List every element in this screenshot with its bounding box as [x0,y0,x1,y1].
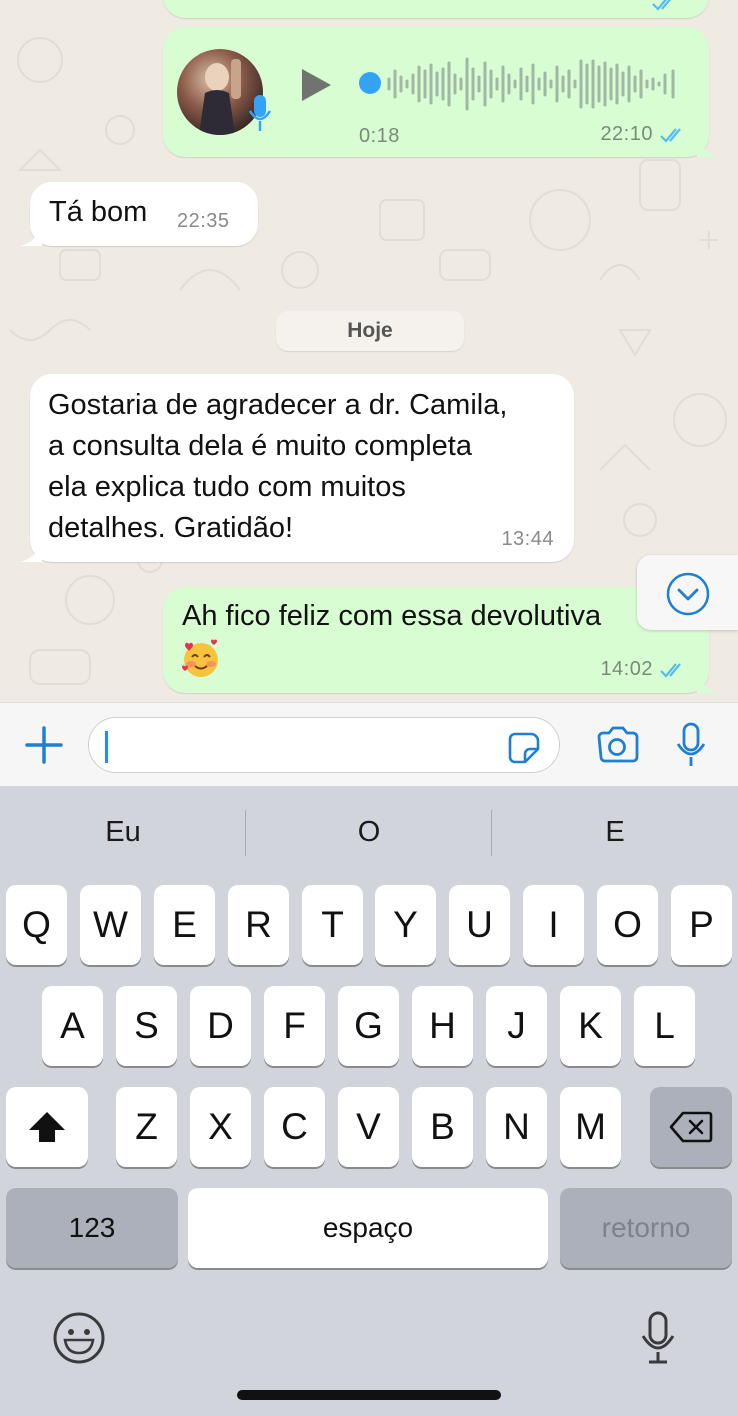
dictation-microphone-icon[interactable] [638,1310,678,1366]
message-input[interactable] [88,717,560,773]
play-icon[interactable] [299,67,333,103]
bubble-tail [697,673,719,693]
message-text: Ah fico feliz com essa devolutiva [182,600,602,632]
message-time: 13:44 [501,528,554,550]
numbers-key[interactable]: 123 [6,1188,178,1268]
key-f[interactable]: F [264,986,325,1066]
return-key[interactable]: retorno [560,1188,732,1268]
voice-waveform[interactable] [385,57,685,111]
voice-note-mic-icon [248,95,272,131]
key-a[interactable]: A [42,986,103,1066]
suggestion-3[interactable]: E [492,816,738,849]
message-time: 22:10 [600,123,653,145]
camera-icon[interactable] [595,725,639,765]
read-ticks-icon [660,663,681,678]
message-line: a consulta dela é muito completa [48,430,472,462]
message-text: Gostaria de agradecer a dr. Camila, a co… [48,385,568,549]
message-time: 14:02 [600,658,653,680]
microphone-icon[interactable] [674,722,708,768]
key-r[interactable]: R [228,885,289,965]
voice-duration: 0:18 [359,125,400,147]
key-p[interactable]: P [671,885,732,965]
key-q[interactable]: Q [6,885,67,965]
message-line: Gostaria de agradecer a dr. Camila, [48,389,508,421]
home-indicator[interactable] [237,1390,501,1400]
key-i[interactable]: I [523,885,584,965]
bubble-tail [20,226,42,246]
predictive-suggestions: Eu O E [0,786,738,880]
key-j[interactable]: J [486,986,547,1066]
plus-icon[interactable] [24,725,64,765]
read-ticks-icon [652,0,671,11]
space-key[interactable]: espaço [188,1188,548,1268]
key-m[interactable]: M [560,1087,621,1167]
backspace-icon [669,1111,713,1143]
message-text: Tá bom [49,196,148,228]
shift-arrow-icon [29,1112,65,1142]
key-x[interactable]: X [190,1087,251,1167]
voice-message-bubble[interactable]: 0:18 22:10 [163,27,719,157]
key-y[interactable]: Y [375,885,436,965]
date-separator: Hoje [276,311,464,351]
chevron-down-circle-icon [666,572,710,616]
voice-progress-handle[interactable] [359,72,381,94]
key-n[interactable]: N [486,1087,547,1167]
chat-area[interactable]: 0:18 22:10 Tá bom 22:35 Hoje Gostaria de… [0,0,738,702]
shift-key[interactable] [6,1087,88,1167]
read-ticks-icon [660,128,681,143]
outgoing-message-bubble[interactable]: Ah fico feliz com essa devolutiva 14:02 [163,587,719,693]
key-s[interactable]: S [116,986,177,1066]
key-z[interactable]: Z [116,1087,177,1167]
message-line: ela explica tudo com muitos [48,471,406,503]
key-g[interactable]: G [338,986,399,1066]
key-c[interactable]: C [264,1087,325,1167]
suggestion-2[interactable]: O [246,816,492,849]
keyboard: Eu O E Q W E R T Y U I O P A S D F G H J… [0,786,738,1416]
emoji-keyboard-icon[interactable] [52,1311,106,1365]
key-d[interactable]: D [190,986,251,1066]
delete-key[interactable] [650,1087,732,1167]
incoming-message-bubble[interactable]: Gostaria de agradecer a dr. Camila, a co… [20,374,574,562]
key-o[interactable]: O [597,885,658,965]
message-input-bar [0,702,738,786]
smiling-face-with-hearts-icon [182,639,218,677]
bubble-tail [20,542,42,562]
sticker-icon[interactable] [507,731,541,765]
key-h[interactable]: H [412,986,473,1066]
incoming-message-bubble[interactable]: Tá bom 22:35 [20,182,258,246]
key-u[interactable]: U [449,885,510,965]
message-time: 22:35 [177,210,230,232]
key-l[interactable]: L [634,986,695,1066]
text-cursor [105,731,108,763]
key-v[interactable]: V [338,1087,399,1167]
bubble-tail [697,137,719,157]
key-k[interactable]: K [560,986,621,1066]
message-line: detalhes. Gratidão! [48,512,294,544]
key-t[interactable]: T [302,885,363,965]
voice-message-bubble-previous[interactable] [163,0,709,18]
scroll-to-bottom-button[interactable] [637,555,738,630]
suggestion-1[interactable]: Eu [0,816,246,849]
key-b[interactable]: B [412,1087,473,1167]
key-w[interactable]: W [80,885,141,965]
key-e[interactable]: E [154,885,215,965]
